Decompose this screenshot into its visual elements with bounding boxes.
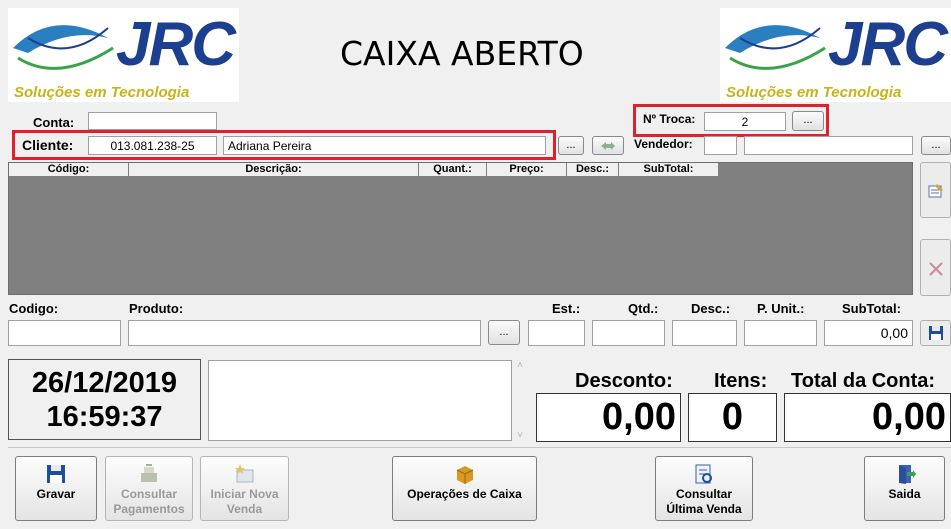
consultar-pagamentos-label-2: Pagamentos	[113, 502, 185, 516]
col-subtotal: SubTotal:	[619, 163, 719, 177]
iniciar-nova-venda-button[interactable]: Iniciar Nova Venda	[200, 456, 289, 521]
subtotal-input[interactable]: 0,00	[824, 320, 913, 346]
col-codigo: Código:	[9, 163, 129, 177]
qtd-input[interactable]	[592, 320, 665, 346]
new-sale-star-icon	[234, 464, 253, 483]
scroll-up-icon[interactable]: ˄	[512, 360, 528, 371]
vendedor-name-input[interactable]	[744, 136, 913, 155]
troca-search-button[interactable]: ...	[792, 111, 824, 131]
logo-tagline: Soluções em Tecnologia	[726, 84, 902, 101]
exit-door-icon	[898, 465, 916, 484]
est-label: Est.:	[552, 301, 581, 316]
itens-value: 0	[688, 393, 777, 442]
operacoes-caixa-button[interactable]: Operações de Caixa	[392, 456, 537, 521]
cliente-name-input[interactable]: Adriana Pereira	[223, 136, 546, 155]
logo-brand: JRC	[116, 10, 236, 79]
desc-label: Desc.:	[691, 301, 731, 316]
box-icon	[456, 466, 473, 484]
close-icon	[929, 262, 943, 276]
unit-price-label: P. Unit.:	[757, 301, 805, 316]
itens-label: Itens:	[714, 370, 768, 392]
notes-textarea[interactable]	[208, 360, 512, 441]
saida-button[interactable]: Saida	[864, 456, 945, 521]
cliente-refresh-button[interactable]	[592, 136, 624, 155]
vendedor-label: Vendedor:	[634, 137, 693, 151]
est-input[interactable]	[528, 320, 585, 346]
items-grid[interactable]: Código: Descrição: Quant.: Preço: Desc.:…	[8, 162, 913, 295]
gravar-button[interactable]: Gravar	[15, 456, 97, 521]
subtotal-label: SubTotal:	[842, 301, 901, 316]
desc-input[interactable]	[672, 320, 737, 346]
gravar-label: Gravar	[36, 487, 76, 501]
saida-label: Saida	[888, 487, 921, 501]
notes-scrollbar[interactable]: ˄ ˅	[512, 360, 528, 441]
produto-search-button[interactable]: ...	[488, 320, 520, 345]
iniciar-nova-venda-label-1: Iniciar Nova	[210, 487, 279, 501]
conta-label: Conta:	[33, 115, 75, 130]
col-descricao: Descrição:	[129, 163, 419, 177]
save-item-button[interactable]	[920, 320, 951, 346]
produto-input[interactable]	[128, 320, 481, 346]
logo-right: JRC Soluções em Tecnologia	[720, 8, 951, 102]
codigo-input[interactable]	[8, 320, 121, 346]
logo-tagline: Soluções em Tecnologia	[14, 84, 190, 101]
consultar-ultima-venda-button[interactable]: Consultar Última Venda	[655, 456, 753, 521]
delete-item-button[interactable]	[920, 239, 951, 296]
troca-input[interactable]: 2	[704, 112, 786, 131]
col-desc: Desc.:	[567, 163, 619, 177]
total-value: 0,00	[784, 393, 951, 442]
edit-item-button[interactable]	[920, 162, 951, 218]
produto-label: Produto:	[129, 301, 184, 316]
cash-register-icon	[141, 464, 157, 482]
page-title: CAIXA ABERTO	[340, 34, 584, 73]
document-search-icon	[695, 464, 712, 484]
datetime-panel: 26/12/2019 16:59:37	[8, 359, 201, 440]
unit-price-input[interactable]	[744, 320, 817, 346]
vendedor-code-input[interactable]	[704, 136, 737, 155]
logo-brand: JRC	[828, 10, 948, 79]
col-preco: Preço:	[487, 163, 567, 177]
cliente-search-button[interactable]: ...	[558, 136, 584, 155]
consultar-pagamentos-button[interactable]: Consultar Pagamentos	[105, 456, 193, 521]
consultar-pagamentos-label-1: Consultar	[120, 487, 177, 501]
conta-input[interactable]	[88, 112, 217, 130]
consultar-ultima-venda-label-2: Última Venda	[666, 502, 742, 516]
consultar-ultima-venda-label-1: Consultar	[675, 487, 732, 501]
cliente-label: Cliente:	[22, 137, 74, 153]
time-display: 16:59:37	[46, 401, 163, 433]
grid-header: Código: Descrição: Quant.: Preço: Desc.:…	[9, 163, 719, 177]
floppy-disk-icon	[929, 326, 943, 340]
fish-logo-icon	[13, 25, 114, 70]
operacoes-caixa-label: Operações de Caixa	[407, 487, 522, 501]
scroll-down-icon[interactable]: ˅	[512, 430, 528, 441]
iniciar-nova-venda-label-2: Venda	[226, 502, 263, 516]
col-quant: Quant.:	[419, 163, 487, 177]
desconto-label: Desconto:	[575, 370, 673, 392]
total-label: Total da Conta:	[791, 370, 936, 392]
cliente-code-input[interactable]: 013.081.238-25	[88, 136, 217, 155]
edit-document-icon	[928, 184, 943, 198]
qtd-label: Qtd.:	[628, 301, 659, 316]
logo-left: JRC Soluções em Tecnologia	[8, 8, 239, 102]
desconto-value: 0,00	[536, 393, 681, 442]
vendedor-search-button[interactable]: ...	[921, 136, 951, 155]
fish-logo-icon	[725, 25, 826, 70]
refresh-arrows-icon	[601, 142, 615, 150]
date-display: 26/12/2019	[31, 367, 178, 399]
troca-label: Nº Troca:	[643, 112, 696, 126]
codigo-label: Codigo:	[9, 301, 59, 316]
floppy-disk-icon	[47, 465, 65, 483]
